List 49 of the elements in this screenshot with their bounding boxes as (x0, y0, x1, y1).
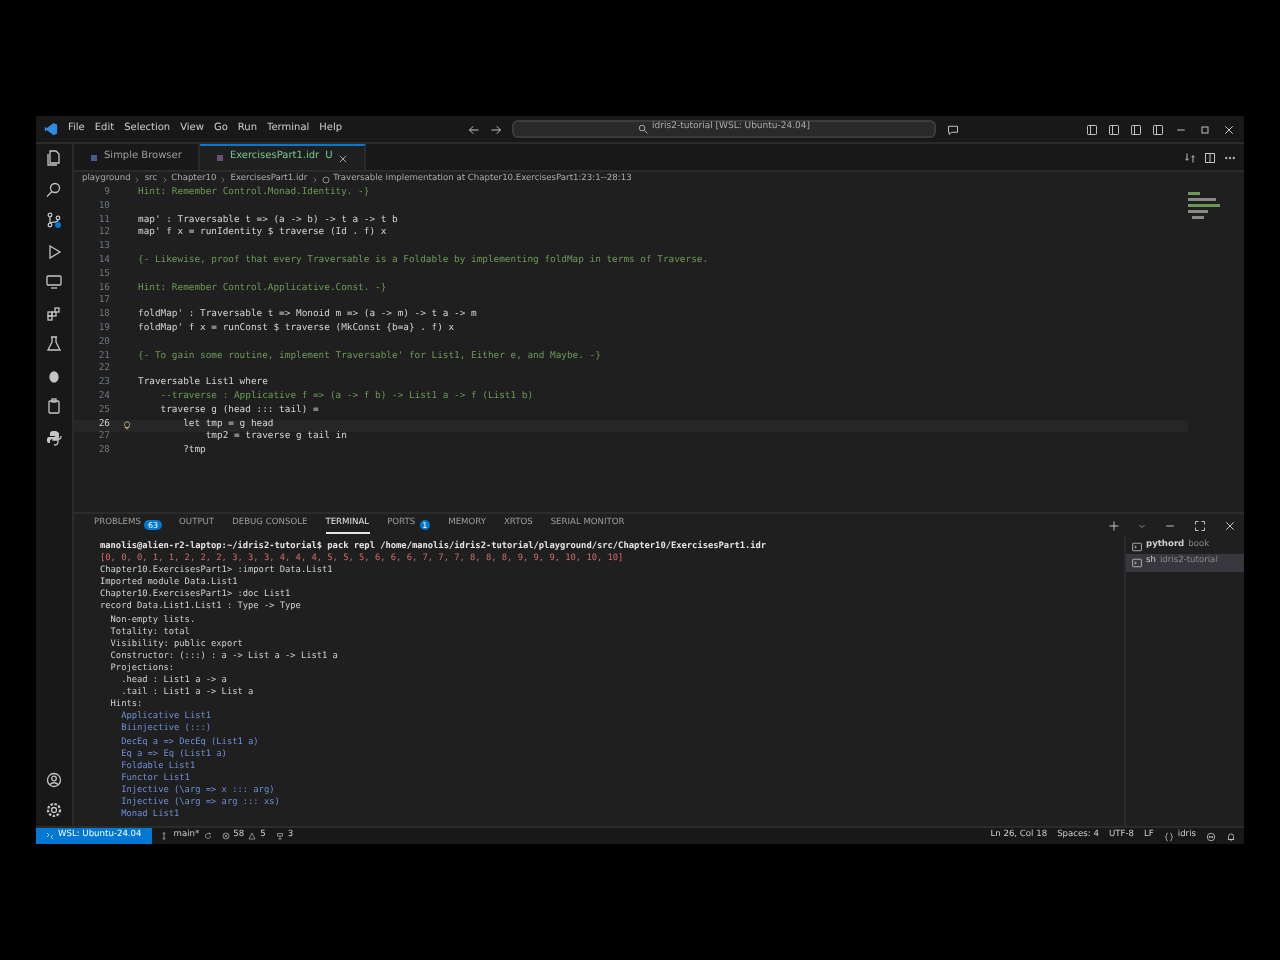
chevron-right-icon (161, 176, 168, 184)
more-actions-icon[interactable] (1224, 151, 1236, 163)
close-icon[interactable] (338, 153, 349, 163)
terminal-icon (1132, 541, 1142, 552)
chevron-right-icon (220, 176, 227, 184)
python-icon[interactable] (46, 429, 62, 445)
terminal-icon (1132, 558, 1142, 569)
sync-icon[interactable] (203, 832, 212, 840)
file-icon (90, 153, 98, 161)
app-logo-icon (44, 122, 58, 136)
secondary-sidebar-icon[interactable] (1152, 123, 1164, 135)
file-icon (215, 154, 224, 162)
extensions-icon[interactable] (46, 305, 62, 321)
warning-icon (248, 832, 257, 840)
close-icon[interactable] (1222, 123, 1236, 135)
lightbulb-icon[interactable] (122, 420, 132, 431)
close-icon[interactable] (1224, 519, 1236, 531)
run-debug-icon[interactable] (46, 243, 62, 259)
chevron-right-icon (134, 176, 141, 184)
minimize-icon[interactable] (1174, 123, 1188, 135)
error-icon (221, 832, 230, 840)
remote-explorer-icon[interactable] (46, 274, 62, 290)
account-icon[interactable] (46, 771, 62, 787)
new-terminal-icon[interactable] (1108, 519, 1120, 531)
files-icon[interactable] (46, 150, 62, 166)
bell-icon[interactable] (1226, 831, 1236, 841)
layout-icon[interactable] (1086, 123, 1098, 135)
panel-toggle-icon[interactable] (1130, 123, 1142, 135)
ports-icon (275, 832, 284, 840)
compare-changes-icon[interactable] (1184, 151, 1196, 163)
settings-icon[interactable] (46, 802, 62, 818)
maximize-panel-icon[interactable] (1194, 519, 1206, 531)
flask-icon[interactable] (46, 336, 62, 352)
back-arrow-icon[interactable] (468, 123, 481, 135)
sidebar-toggle-icon[interactable] (1108, 123, 1120, 135)
minimap-drawing (1188, 192, 1220, 220)
restore-icon[interactable] (1198, 123, 1212, 135)
chat-icon[interactable] (946, 123, 961, 135)
chevron-right-icon (311, 176, 318, 184)
search-icon[interactable] (46, 181, 62, 197)
split-editor-icon[interactable] (1204, 151, 1216, 163)
remote-icon (46, 832, 54, 840)
braces-icon (1163, 831, 1174, 841)
clipboard-icon[interactable] (46, 398, 62, 414)
copilot-icon[interactable] (1206, 831, 1216, 841)
symbol-icon (321, 176, 330, 184)
source-control-icon[interactable] (46, 212, 62, 228)
search-icon (638, 124, 649, 134)
forward-arrow-icon[interactable] (490, 123, 503, 135)
